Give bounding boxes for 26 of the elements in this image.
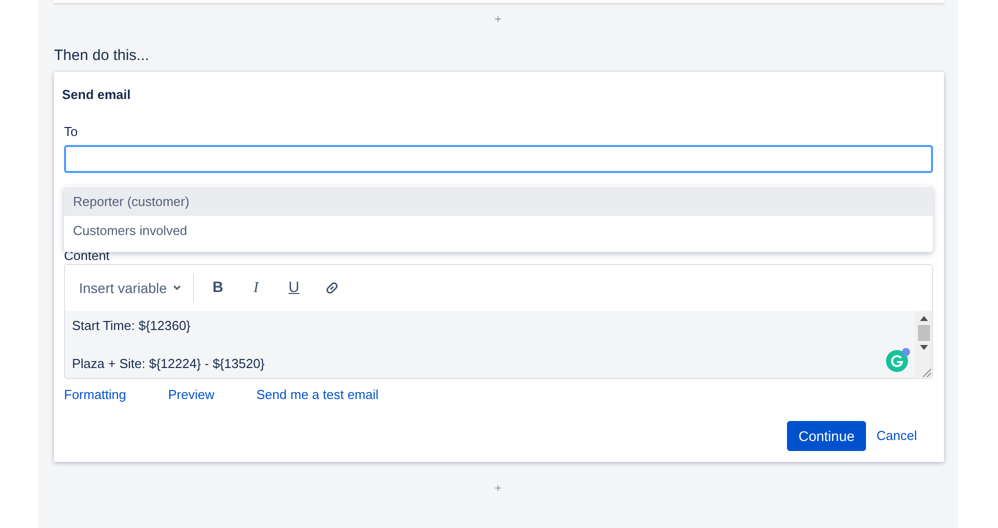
text-link[interactable]: Send me a test email — [256, 387, 379, 403]
card-title: Send email — [62, 87, 131, 103]
underline-button[interactable]: U — [282, 274, 306, 302]
bold-button[interactable]: B — [206, 274, 230, 302]
text-link[interactable]: Formatting — [64, 387, 126, 403]
cancel-button[interactable]: Cancel — [870, 421, 924, 451]
continue-button[interactable]: Continue — [787, 421, 866, 451]
resize-grip-icon[interactable] — [920, 367, 930, 377]
chevron-down-icon — [172, 285, 181, 291]
scroll-up-icon[interactable] — [920, 315, 928, 321]
to-field[interactable] — [64, 145, 933, 173]
suggestion-item[interactable]: Customers involved — [64, 216, 933, 245]
insert-variable-dropdown[interactable]: Insert variable — [73, 272, 187, 304]
italic-button[interactable]: I — [244, 274, 268, 302]
suggestion-item[interactable]: Reporter (customer) — [64, 187, 933, 216]
scrollbar-thumb[interactable] — [918, 325, 930, 341]
scrollbar[interactable] — [915, 311, 932, 378]
content-line: Plaza + Site: ${12224} - ${13520} — [72, 355, 265, 373]
link-icon — [324, 280, 340, 296]
field-label: To — [64, 124, 78, 140]
field-label: Content — [64, 248, 110, 264]
section-heading: Then do this... — [54, 46, 150, 66]
content-line: Start Time: ${12360} — [72, 317, 191, 335]
grammar-assistant-icon[interactable] — [886, 350, 908, 372]
scroll-down-icon[interactable] — [920, 345, 928, 351]
text-link[interactable]: Preview — [168, 387, 214, 403]
